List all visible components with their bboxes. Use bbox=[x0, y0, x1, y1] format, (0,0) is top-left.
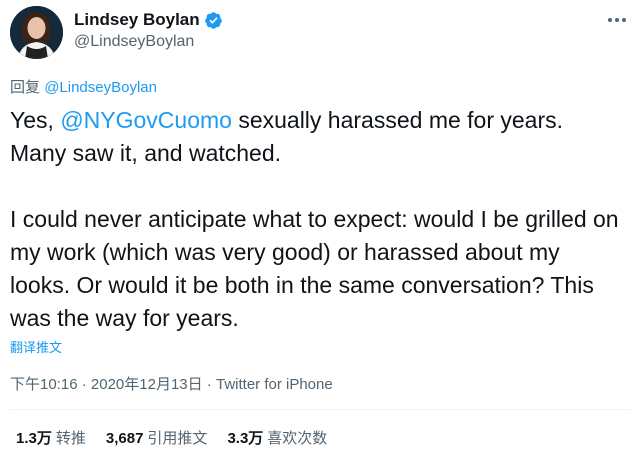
quotes-count: 3,687 bbox=[105, 430, 144, 447]
reply-context: 回复 @LindseyBoylan bbox=[10, 76, 157, 97]
avatar[interactable] bbox=[10, 6, 63, 59]
reply-prefix: 回复 bbox=[10, 79, 41, 96]
reply-mention-link[interactable]: @LindseyBoylan bbox=[44, 79, 157, 96]
more-dot-icon bbox=[615, 18, 619, 22]
source-app-link[interactable]: Twitter for iPhone bbox=[216, 376, 333, 393]
retweets-count: 1.3万 bbox=[16, 430, 52, 447]
likes-count: 3.3万 bbox=[227, 430, 264, 447]
tweet-header: Lindsey Boylan @LindseyBoylan bbox=[10, 6, 630, 59]
tweet-text: Yes, @NYGovCuomo sexually harassed me fo… bbox=[10, 104, 620, 335]
tweet-text-part: Yes, bbox=[10, 107, 61, 133]
meta-separator: · bbox=[77, 376, 91, 393]
more-dot-icon bbox=[622, 18, 626, 22]
display-name[interactable]: Lindsey Boylan bbox=[74, 10, 200, 30]
retweets-stat[interactable]: 1.3万 转推 bbox=[16, 427, 86, 448]
verified-badge-icon bbox=[204, 11, 222, 29]
tweet-paragraph: I could never anticipate what to expect:… bbox=[10, 206, 619, 331]
user-handle[interactable]: @LindseyBoylan bbox=[74, 33, 194, 51]
tweet-paragraph: Yes, @NYGovCuomo sexually harassed me fo… bbox=[10, 104, 620, 170]
tweet-time[interactable]: 下午10:16 bbox=[10, 376, 78, 393]
meta-separator: · bbox=[202, 376, 216, 393]
likes-stat[interactable]: 3.3万 喜欢次数 bbox=[227, 427, 327, 448]
likes-label: 喜欢次数 bbox=[267, 430, 328, 447]
divider bbox=[10, 409, 630, 410]
tweet-meta: 下午10:16 · 2020年12月13日 · Twitter for iPho… bbox=[10, 373, 333, 394]
mention-link[interactable]: @NYGovCuomo bbox=[60, 107, 232, 133]
tweet-date[interactable]: 2020年12月13日 bbox=[91, 376, 203, 393]
more-dot-icon bbox=[608, 18, 612, 22]
profile-photo-icon bbox=[10, 6, 63, 59]
quotes-stat[interactable]: 3,687 引用推文 bbox=[106, 427, 208, 448]
quotes-label: 引用推文 bbox=[147, 430, 208, 447]
display-name-row[interactable]: Lindsey Boylan bbox=[74, 10, 223, 30]
retweets-label: 转推 bbox=[55, 430, 86, 447]
more-options-button[interactable] bbox=[604, 10, 630, 30]
translate-tweet-link[interactable]: 翻译推文 bbox=[10, 337, 62, 356]
tweet-stats: 1.3万 转推 3,687 引用推文 3.3万 喜欢次数 bbox=[16, 427, 347, 448]
